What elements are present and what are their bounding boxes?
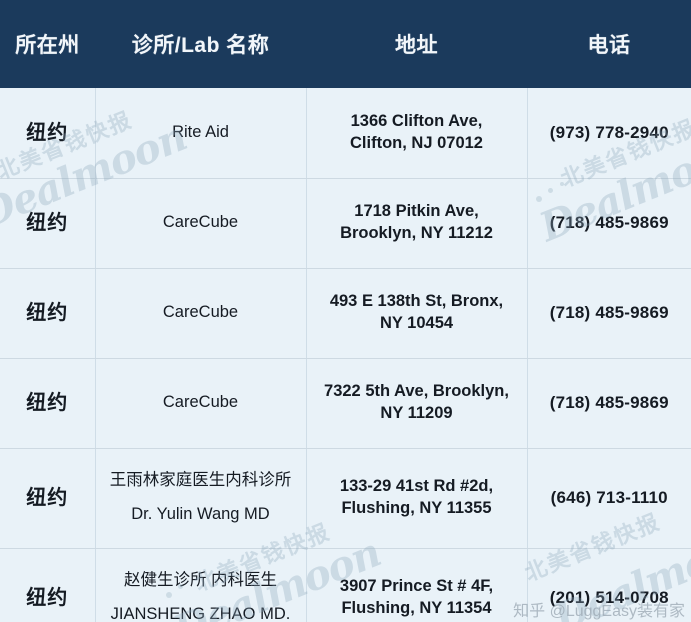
cell-clinic-name: 王雨林家庭医生内科诊所 Dr. Yulin Wang MD xyxy=(95,448,307,549)
cell-state: 纽约 xyxy=(0,448,96,549)
clinic-name-line-2: Dr. Yulin Wang MD xyxy=(131,505,270,523)
clinic-name-line-1: CareCube xyxy=(162,303,239,322)
table-row: 纽约 王雨林家庭医生内科诊所 Dr. Yulin Wang MD 133-29 … xyxy=(0,448,691,549)
table-row: 纽约 CareCube 493 E 138th St, Bronx, NY 10… xyxy=(0,268,691,359)
column-header-address: 地址 xyxy=(306,0,527,88)
clinic-name-line-1: CareCube xyxy=(162,213,239,232)
clinic-name-line-1: 赵健生诊所 内科医生 xyxy=(123,571,278,590)
cell-address: 3907 Prince St # 4F, Flushing, NY 11354 xyxy=(306,548,528,622)
cell-state: 纽约 xyxy=(0,268,96,359)
cell-address: 133-29 41st Rd #2d, Flushing, NY 11355 xyxy=(306,448,528,549)
address-line-2: Clifton, NJ 07012 xyxy=(350,133,483,152)
cell-state: 纽约 xyxy=(0,178,96,269)
cell-address: 493 E 138th St, Bronx, NY 10454 xyxy=(306,268,528,359)
clinic-name-line-1: 王雨林家庭医生内科诊所 xyxy=(109,471,292,490)
cell-clinic-name: CareCube xyxy=(95,268,307,359)
address-line-1: 3907 Prince St # 4F, xyxy=(339,577,494,596)
cell-phone[interactable]: (718) 485-9869 xyxy=(527,268,691,359)
table-row: 纽约 Rite Aid 1366 Clifton Ave, Clifton, N… xyxy=(0,88,691,179)
cell-state: 纽约 xyxy=(0,358,96,449)
cell-clinic-name: 赵健生诊所 内科医生 JIANSHENG ZHAO MD. xyxy=(95,548,307,622)
table-row: 纽约 CareCube 1718 Pitkin Ave, Brooklyn, N… xyxy=(0,178,691,269)
column-header-phone: 电话 xyxy=(527,0,691,88)
clinic-name-line-2: JIANSHENG ZHAO MD. xyxy=(110,605,291,622)
clinic-name-line-1: Rite Aid xyxy=(172,122,229,141)
cell-address: 1366 Clifton Ave, Clifton, NJ 07012 xyxy=(306,88,528,179)
cell-clinic-name: CareCube xyxy=(95,358,307,449)
clinic-lab-table: 所在州 诊所/Lab 名称 地址 电话 纽约 Rite Aid 1366 Cli… xyxy=(0,0,691,622)
table-header-row: 所在州 诊所/Lab 名称 地址 电话 xyxy=(0,0,691,88)
clinic-name-line-1: CareCube xyxy=(162,393,239,412)
address-line-1: 7322 5th Ave, Brooklyn, xyxy=(324,382,509,401)
screenshot-root: 所在州 诊所/Lab 名称 地址 电话 纽约 Rite Aid 1366 Cli… xyxy=(0,0,691,622)
cell-clinic-name: CareCube xyxy=(95,178,307,269)
address-line-2: NY 11209 xyxy=(380,404,453,422)
cell-clinic-name: Rite Aid xyxy=(95,88,307,179)
address-line-2: NY 10454 xyxy=(379,314,454,332)
cell-phone[interactable]: (646) 713-1110 xyxy=(527,448,691,549)
cell-phone[interactable]: (718) 485-9869 xyxy=(527,358,691,449)
table-header: 所在州 诊所/Lab 名称 地址 电话 xyxy=(0,0,691,88)
cell-address: 1718 Pitkin Ave, Brooklyn, NY 11212 xyxy=(306,178,528,269)
cell-phone[interactable]: (973) 778-2940 xyxy=(527,88,691,179)
address-line-2: Brooklyn, NY 11212 xyxy=(340,224,493,242)
address-line-2: Flushing, NY 11355 xyxy=(341,499,492,517)
table-body: 纽约 Rite Aid 1366 Clifton Ave, Clifton, N… xyxy=(0,88,691,622)
address-line-1: 133-29 41st Rd #2d, xyxy=(339,477,494,496)
address-line-1: 1718 Pitkin Ave, xyxy=(354,202,479,221)
cell-phone[interactable]: (718) 485-9869 xyxy=(527,178,691,269)
address-line-1: 1366 Clifton Ave, xyxy=(350,111,483,130)
cell-state: 纽约 xyxy=(0,88,96,179)
table-row: 纽约 CareCube 7322 5th Ave, Brooklyn, NY 1… xyxy=(0,358,691,449)
address-line-1: 493 E 138th St, Bronx, xyxy=(329,292,504,311)
column-header-state: 所在州 xyxy=(0,0,95,88)
column-header-name: 诊所/Lab 名称 xyxy=(95,0,306,88)
cell-address: 7322 5th Ave, Brooklyn, NY 11209 xyxy=(306,358,528,449)
address-line-2: Flushing, NY 11354 xyxy=(341,599,492,617)
cell-state: 纽约 xyxy=(0,548,96,622)
source-credit-watermark: 知乎 @LuggEasy装有家 xyxy=(513,603,685,620)
